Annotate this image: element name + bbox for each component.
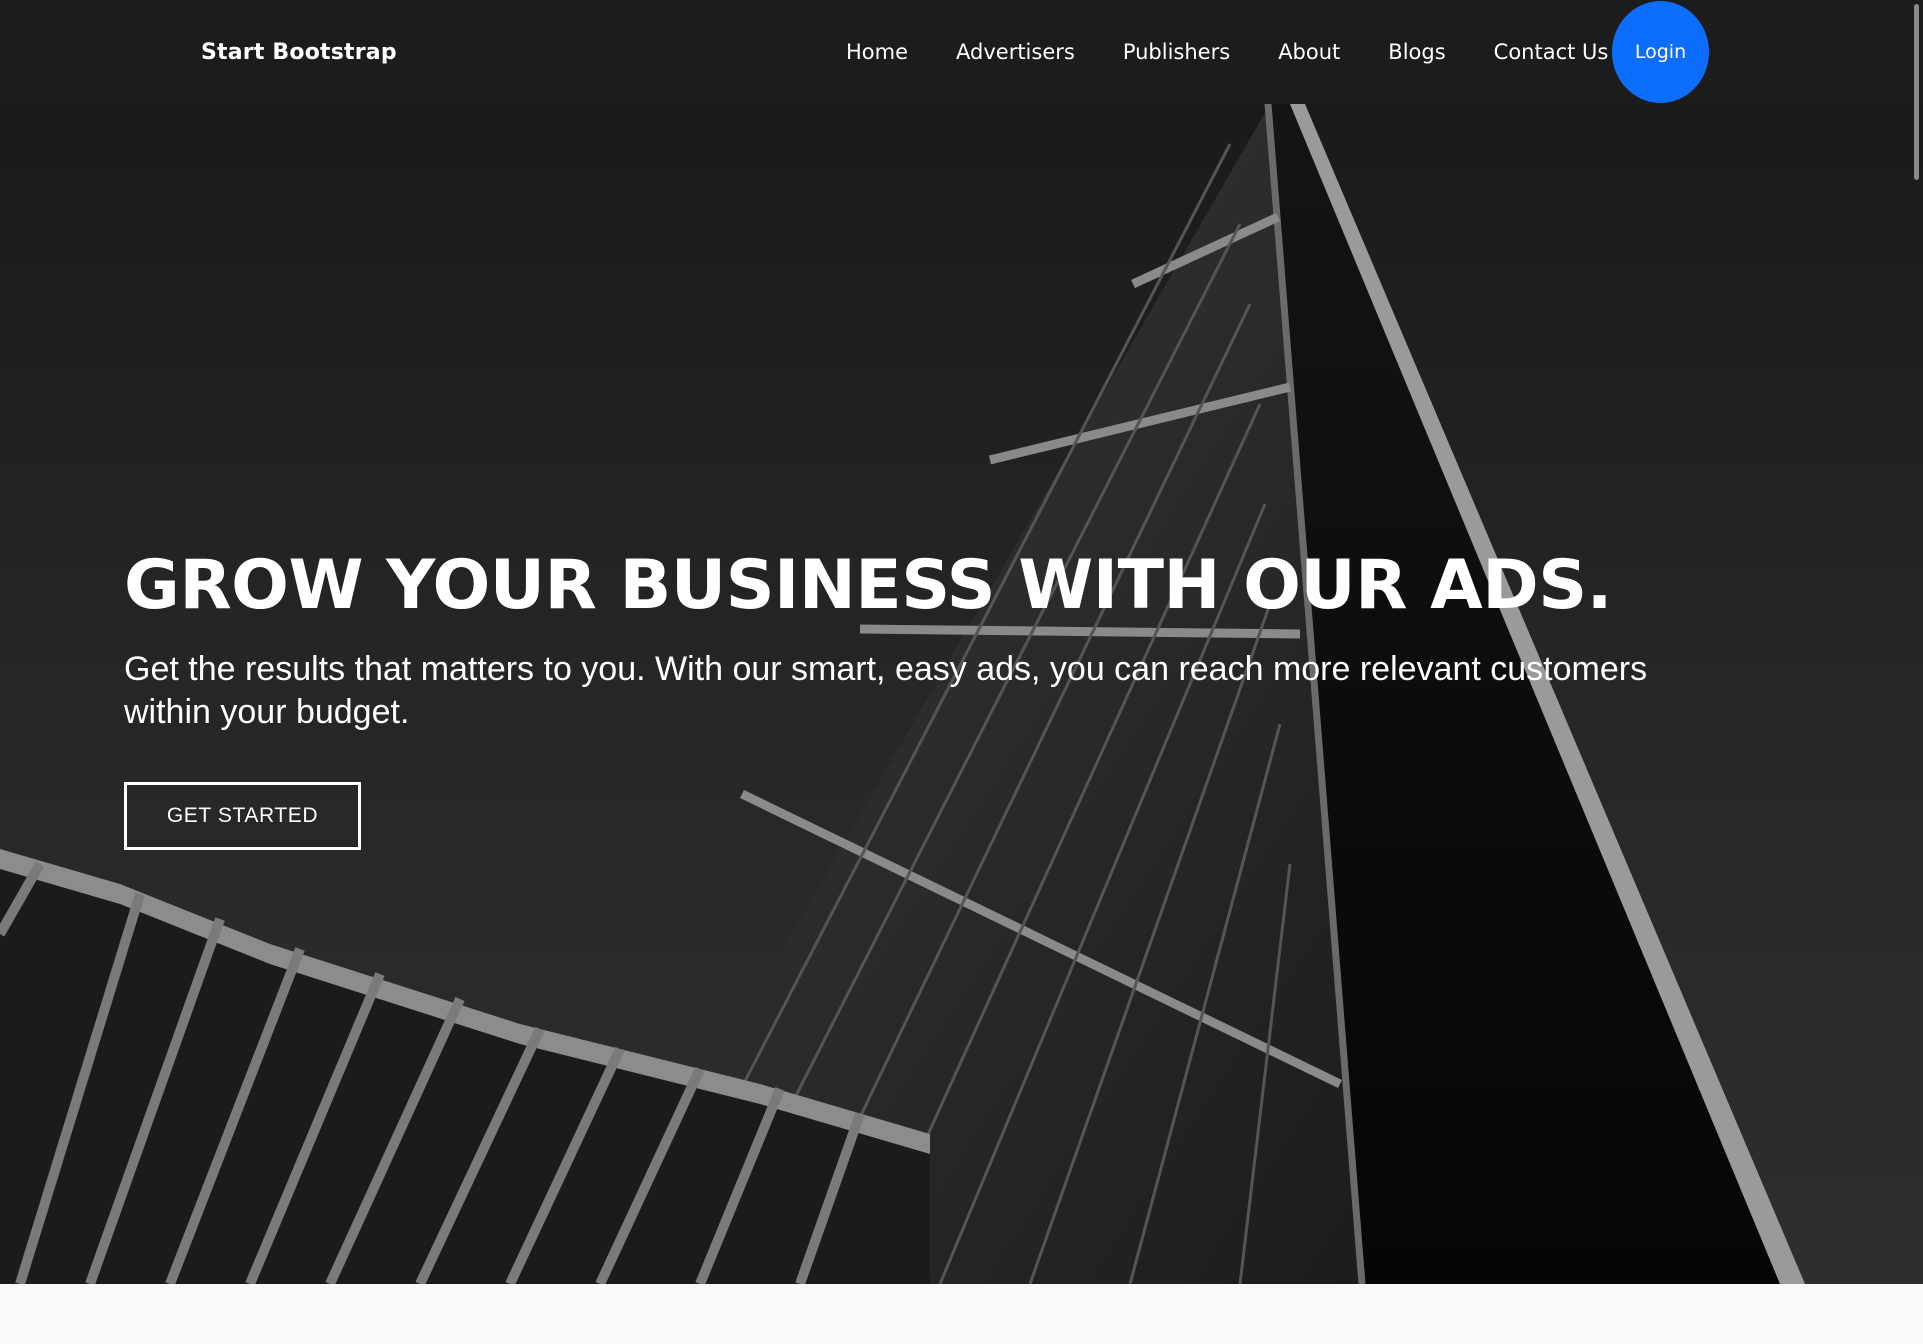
next-section-strip: [0, 1284, 1923, 1344]
nav-link-home[interactable]: Home: [846, 40, 908, 64]
nav-link-advertisers[interactable]: Advertisers: [956, 40, 1075, 64]
nav-item-blogs: Blogs: [1388, 37, 1445, 67]
hero-title: GROW YOUR BUSINESS WITH OUR ADS.: [124, 546, 1613, 625]
nav-link-about[interactable]: About: [1278, 40, 1340, 64]
hero-subtitle: Get the results that matters to you. Wit…: [124, 650, 1648, 731]
brand-link[interactable]: Start Bootstrap: [201, 38, 397, 68]
login-button[interactable]: Login: [1612, 1, 1709, 103]
nav-item-home: Home: [846, 37, 908, 67]
scrollbar-thumb[interactable]: [1914, 4, 1919, 180]
nav-links: Home Advertisers Publishers About Blogs …: [846, 0, 1656, 104]
nav-item-publishers: Publishers: [1123, 37, 1230, 67]
nav-item-contact: Contact Us: [1494, 37, 1609, 67]
hero-section: GROW YOUR BUSINESS WITH OUR ADS. Get the…: [0, 104, 1923, 1284]
nav-item-advertisers: Advertisers: [956, 37, 1075, 67]
nav-link-blogs[interactable]: Blogs: [1388, 40, 1445, 64]
hero-content: GROW YOUR BUSINESS WITH OUR ADS. Get the…: [124, 544, 1784, 850]
navbar: Start Bootstrap Home Advertisers Publish…: [0, 0, 1923, 104]
nav-link-contact-us[interactable]: Contact Us: [1494, 40, 1609, 64]
nav-link-publishers[interactable]: Publishers: [1123, 40, 1230, 64]
get-started-button[interactable]: GET STARTED: [124, 782, 361, 850]
page-scrollbar[interactable]: [1910, 0, 1923, 1284]
nav-item-about: About: [1278, 37, 1340, 67]
